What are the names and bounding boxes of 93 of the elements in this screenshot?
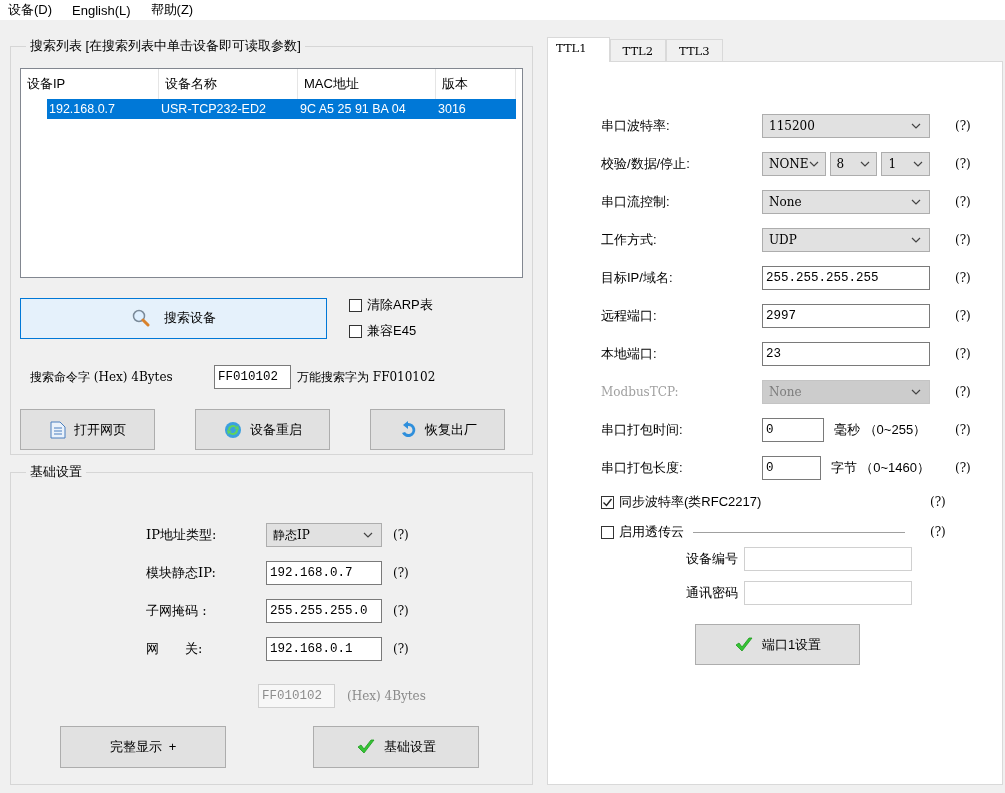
field-label: 本地端口: [601, 345, 658, 363]
input-field[interactable]: 2997 [762, 304, 930, 328]
input-field[interactable]: 192.168.0.7 [266, 561, 382, 585]
check-mark-icon [356, 738, 376, 756]
table-cell-text: 192.168.0.7 [48, 101, 117, 118]
input-field[interactable]: 0 [762, 456, 821, 480]
help-hint[interactable]: (?) [393, 566, 523, 580]
help-hint[interactable]: (?) [955, 461, 1002, 475]
field-label: 子网掩码 : [146, 602, 208, 620]
checkbox[interactable] [349, 324, 362, 338]
field-label: IP地址类型: [146, 526, 218, 544]
field-label: 设备编号 [685, 550, 738, 568]
field-label: 串口流控制: [601, 193, 671, 211]
field-label: 工作方式: [601, 231, 658, 249]
chevron-icon [860, 161, 871, 167]
help-hint[interactable]: (?) [955, 233, 1002, 247]
dropdown[interactable]: UDP [762, 228, 930, 252]
restart-button[interactable]: 设备重启 [195, 409, 330, 450]
checkbox-label: 启用透传云 [619, 523, 684, 541]
command-input[interactable]: FF010102 [214, 365, 291, 389]
document-icon [49, 420, 66, 439]
field-label: 目标IP/域名: [601, 269, 674, 287]
input-field[interactable]: 23 [762, 342, 930, 366]
checkbox[interactable] [601, 525, 614, 539]
help-hint[interactable]: (?) [955, 271, 1002, 285]
search-button[interactable]: 搜索设备 [20, 297, 327, 339]
dropdown[interactable]: 115200 [762, 114, 930, 138]
dropdown[interactable]: NONE [762, 152, 826, 176]
field-label: 串口波特率: [601, 117, 671, 135]
command-note: 万能搜索字为 FF010102 [297, 368, 436, 386]
hex-note: (Hex) 4Bytes [347, 689, 426, 703]
unit-label: 毫秒 （0~255） [834, 421, 927, 439]
field-label: 网 关: [146, 640, 204, 658]
basic-settings-button[interactable]: 基础设置 [313, 726, 479, 768]
field-label: 通讯密码 [685, 584, 738, 602]
dropdown[interactable]: 8 [829, 152, 878, 176]
input-field[interactable]: 192.168.0.1 [266, 637, 382, 661]
chevron-icon [911, 237, 921, 243]
unit-label: 字节 （0~1460） [830, 459, 930, 477]
command-label: 搜索命令字 (Hex) 4Bytes [30, 368, 174, 386]
help-hint[interactable]: (?) [955, 347, 1002, 361]
help-hint[interactable]: (?) [955, 157, 1002, 171]
dropdown[interactable]: 静态IP [266, 523, 382, 547]
help-hint[interactable]: (?) [955, 309, 1002, 323]
dropdown[interactable]: None [762, 190, 930, 214]
table-cell-text: 9C A5 25 91 BA 04 [299, 101, 407, 118]
group-title: 基础设置 [30, 464, 82, 479]
checkbox-label: 同步波特率(类RFC2217) [619, 493, 762, 511]
table-cell-text: 3016 [437, 101, 467, 118]
field-label: 串口打包时间: [601, 421, 684, 439]
input-field[interactable]: 255.255.255.0 [266, 599, 382, 623]
chevron-icon [913, 161, 923, 167]
chevron-icon [808, 161, 819, 167]
show-all-button[interactable]: 完整显示 + [60, 726, 226, 768]
checkbox-label: 清除ARP表 [367, 296, 433, 314]
help-hint[interactable]: (?) [930, 495, 1002, 509]
field-label: 校验/数据/停止: [601, 155, 691, 173]
checkbox-label: 兼容E45 [367, 322, 417, 340]
chevron-icon [911, 199, 921, 205]
input-field[interactable]: 0 [762, 418, 824, 442]
help-hint[interactable]: (?) [393, 528, 523, 542]
device-row[interactable]: 192.168.0.7 USR-TCP232-ED2 9C A5 25 91 BA 04 3016 [47, 99, 516, 119]
chevron-icon [363, 532, 373, 538]
field-label: 模块静态IP: [146, 564, 217, 582]
restore-button[interactable]: 恢复出厂 [370, 409, 505, 450]
menu-item[interactable]: 设备(D) [8, 1, 53, 19]
input-field[interactable]: 255.255.255.255 [762, 266, 930, 290]
field-label: 串口打包长度: [601, 459, 684, 477]
search-icon [131, 309, 150, 327]
chevron-icon [911, 123, 921, 129]
open-page-button[interactable]: 打开网页 [20, 409, 155, 450]
menu-item[interactable]: English(L) [72, 2, 131, 18]
port-settings-button[interactable]: 端口1设置 [695, 624, 860, 665]
tab[interactable]: TTL1 [547, 37, 610, 62]
tab[interactable]: TTL3 [666, 39, 723, 61]
field-label: 远程端口: [601, 307, 658, 325]
dropdown[interactable]: 1 [881, 152, 930, 176]
group-title: 搜索列表 [在搜索列表中单击设备即可读取参数] [30, 38, 301, 53]
refresh-icon [223, 420, 242, 439]
help-hint[interactable]: (?) [393, 604, 523, 618]
checkbox[interactable] [601, 495, 614, 509]
table-cell-text: USR-TCP232-ED2 [160, 101, 267, 118]
help-hint[interactable]: (?) [930, 525, 1002, 539]
help-hint[interactable]: (?) [393, 642, 523, 656]
menu-item[interactable]: 帮助(Z) [150, 1, 194, 19]
help-hint[interactable]: (?) [955, 119, 1002, 133]
help-hint[interactable]: (?) [955, 195, 1002, 209]
checkbox[interactable] [349, 298, 362, 312]
chevron-icon [911, 389, 921, 395]
check-mark-icon [733, 635, 754, 654]
tab[interactable]: TTL2 [609, 39, 667, 61]
help-hint[interactable]: (?) [955, 423, 1002, 437]
field-label: ModbusTCP: [601, 385, 680, 399]
